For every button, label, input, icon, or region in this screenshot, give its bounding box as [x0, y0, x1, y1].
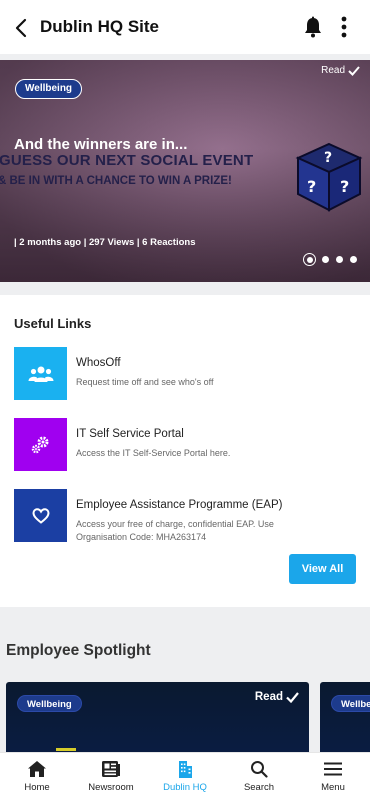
nav-newsroom[interactable]: Newsroom: [74, 753, 148, 800]
view-all-button[interactable]: View All: [289, 554, 356, 584]
read-status: Read: [321, 65, 360, 76]
kebab-icon: [341, 16, 347, 38]
svg-text:?: ?: [340, 177, 349, 196]
link-title: IT Self Service Portal: [76, 428, 184, 440]
link-title: WhosOff: [76, 357, 121, 369]
notifications-button[interactable]: [300, 14, 326, 40]
nav-dublin-hq[interactable]: Dublin HQ: [148, 753, 222, 800]
decorative-bar: [56, 748, 76, 751]
carousel-dot[interactable]: [336, 256, 343, 263]
carousel-dot[interactable]: [303, 253, 316, 266]
link-item-whosoff[interactable]: WhosOff Request time off and see who's o…: [14, 347, 356, 400]
link-tile: [14, 418, 67, 471]
category-badge: Wellbeing: [331, 695, 370, 712]
page-title: Dublin HQ Site: [40, 17, 159, 36]
link-item-it-portal[interactable]: IT Self Service Portal Access the IT Sel…: [14, 418, 356, 471]
gears-icon: [31, 436, 48, 453]
hero-carousel[interactable]: Wellbeing Read And the winners are in...…: [0, 60, 370, 282]
bottom-navigation: Home Newsroom Dublin HQ Search Menu: [0, 752, 370, 800]
link-item-eap[interactable]: Employee Assistance Programme (EAP) Acce…: [14, 489, 356, 542]
category-badge: Wellbeing: [17, 695, 82, 712]
carousel-dot[interactable]: [350, 256, 357, 263]
read-status: Read: [255, 691, 299, 703]
checkmark-icon: [348, 65, 360, 76]
link-description: Request time off and see who's off: [76, 377, 214, 387]
divider: [0, 282, 370, 295]
nav-label: Dublin HQ: [163, 782, 207, 793]
heart-icon: [31, 507, 50, 524]
carousel-dot[interactable]: [322, 256, 329, 263]
nav-home[interactable]: Home: [0, 753, 74, 800]
home-icon: [28, 761, 46, 777]
chevron-left-icon: [15, 18, 27, 38]
nav-label: Menu: [321, 782, 345, 793]
post-meta: | 2 months ago | 297 Views | 6 Reactions: [14, 237, 196, 248]
search-icon: [251, 761, 268, 778]
spotlight-card[interactable]: Wellbeing: [320, 682, 370, 762]
nav-label: Newsroom: [88, 782, 134, 793]
section-title: Useful Links: [14, 316, 92, 331]
link-description: Access the IT Self-Service Portal here.: [76, 448, 231, 458]
category-badge: Wellbeing: [15, 79, 83, 99]
nav-menu[interactable]: Menu: [296, 753, 370, 800]
hero-title: And the winners are in...: [14, 136, 188, 153]
spotlight-card[interactable]: Wellbeing Read: [6, 682, 309, 762]
employee-spotlight-section: Employee Spotlight Wellbeing Read Wellbe…: [0, 607, 370, 762]
link-description: Access your free of charge, confidential…: [76, 519, 274, 542]
nav-label: Home: [24, 782, 50, 793]
checkmark-icon: [286, 691, 299, 703]
useful-links-card: Useful Links WhosOff Request time off an…: [0, 295, 370, 607]
svg-text:?: ?: [307, 177, 316, 196]
top-bar: Dublin HQ Site: [0, 0, 370, 54]
menu-icon: [324, 762, 342, 776]
link-title: Employee Assistance Programme (EAP): [76, 499, 283, 511]
section-title: Employee Spotlight: [6, 642, 151, 659]
people-icon: [28, 366, 53, 382]
more-options-button[interactable]: [334, 14, 354, 40]
buildings-icon: [179, 761, 192, 778]
newspaper-icon: [102, 761, 120, 777]
hero-image-text: GUESS OUR NEXT SOCIAL EVENT: [0, 152, 254, 169]
svg-text:?: ?: [324, 150, 332, 166]
carousel-indicator[interactable]: [303, 253, 357, 266]
link-tile: [14, 347, 67, 400]
bell-icon: [305, 16, 321, 38]
nav-label: Search: [243, 782, 275, 793]
mystery-box-image: ? ? ?: [295, 142, 363, 212]
back-button[interactable]: [8, 15, 34, 41]
link-tile: [14, 489, 67, 542]
hero-image-subtext: & BE IN WITH A CHANCE TO WIN A PRIZE!: [0, 175, 232, 187]
nav-search[interactable]: Search: [222, 753, 296, 800]
app-screen: Dublin HQ Site Wellbeing Read And the wi…: [0, 0, 370, 800]
